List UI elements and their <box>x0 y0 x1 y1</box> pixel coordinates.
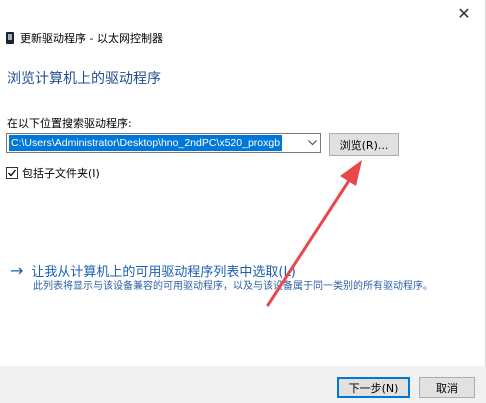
include-subfolders-option[interactable]: 包括子文件夹(I) <box>6 166 100 180</box>
include-subfolders-checkbox[interactable] <box>6 167 18 179</box>
pick-from-list-label[interactable]: 让我从计算机上的可用驱动程序列表中选取(L) <box>31 261 295 280</box>
include-subfolders-label: 包括子文件夹(I) <box>22 167 100 180</box>
pick-from-list-description: 此列表将显示与该设备兼容的可用驱动程序，以及与该设备属于同一类别的所有驱动程序。 <box>33 281 433 292</box>
next-button[interactable]: 下一步(N) <box>337 377 410 398</box>
chevron-down-icon[interactable] <box>304 134 320 152</box>
dialog-footer <box>0 366 486 403</box>
driver-path-input[interactable]: C:\Users\Administrator\Desktop\hno_2ndPC… <box>9 135 283 151</box>
cancel-button[interactable]: 取消 <box>419 377 475 398</box>
browse-button[interactable]: 浏览(R)... <box>329 133 399 156</box>
arrow-right-icon: → <box>10 261 24 280</box>
annotation-arrow-icon <box>266 160 362 307</box>
device-icon <box>6 32 14 44</box>
close-icon[interactable]: ✕ <box>449 2 479 24</box>
page-title: 浏览计算机上的驱动程序 <box>7 71 161 87</box>
window-title: 更新驱动程序 - 以太网控制器 <box>20 32 163 45</box>
driver-update-window: ✕ 更新驱动程序 - 以太网控制器 浏览计算机上的驱动程序 在以下位置搜索驱动程… <box>0 0 486 403</box>
search-location-label: 在以下位置搜索驱动程序: <box>7 117 132 130</box>
pick-from-list-link[interactable]: → 让我从计算机上的可用驱动程序列表中选取(L) <box>10 261 296 280</box>
window-title-bar: 更新驱动程序 - 以太网控制器 <box>6 30 163 46</box>
driver-path-combobox[interactable]: C:\Users\Administrator\Desktop\hno_2ndPC… <box>6 133 321 153</box>
